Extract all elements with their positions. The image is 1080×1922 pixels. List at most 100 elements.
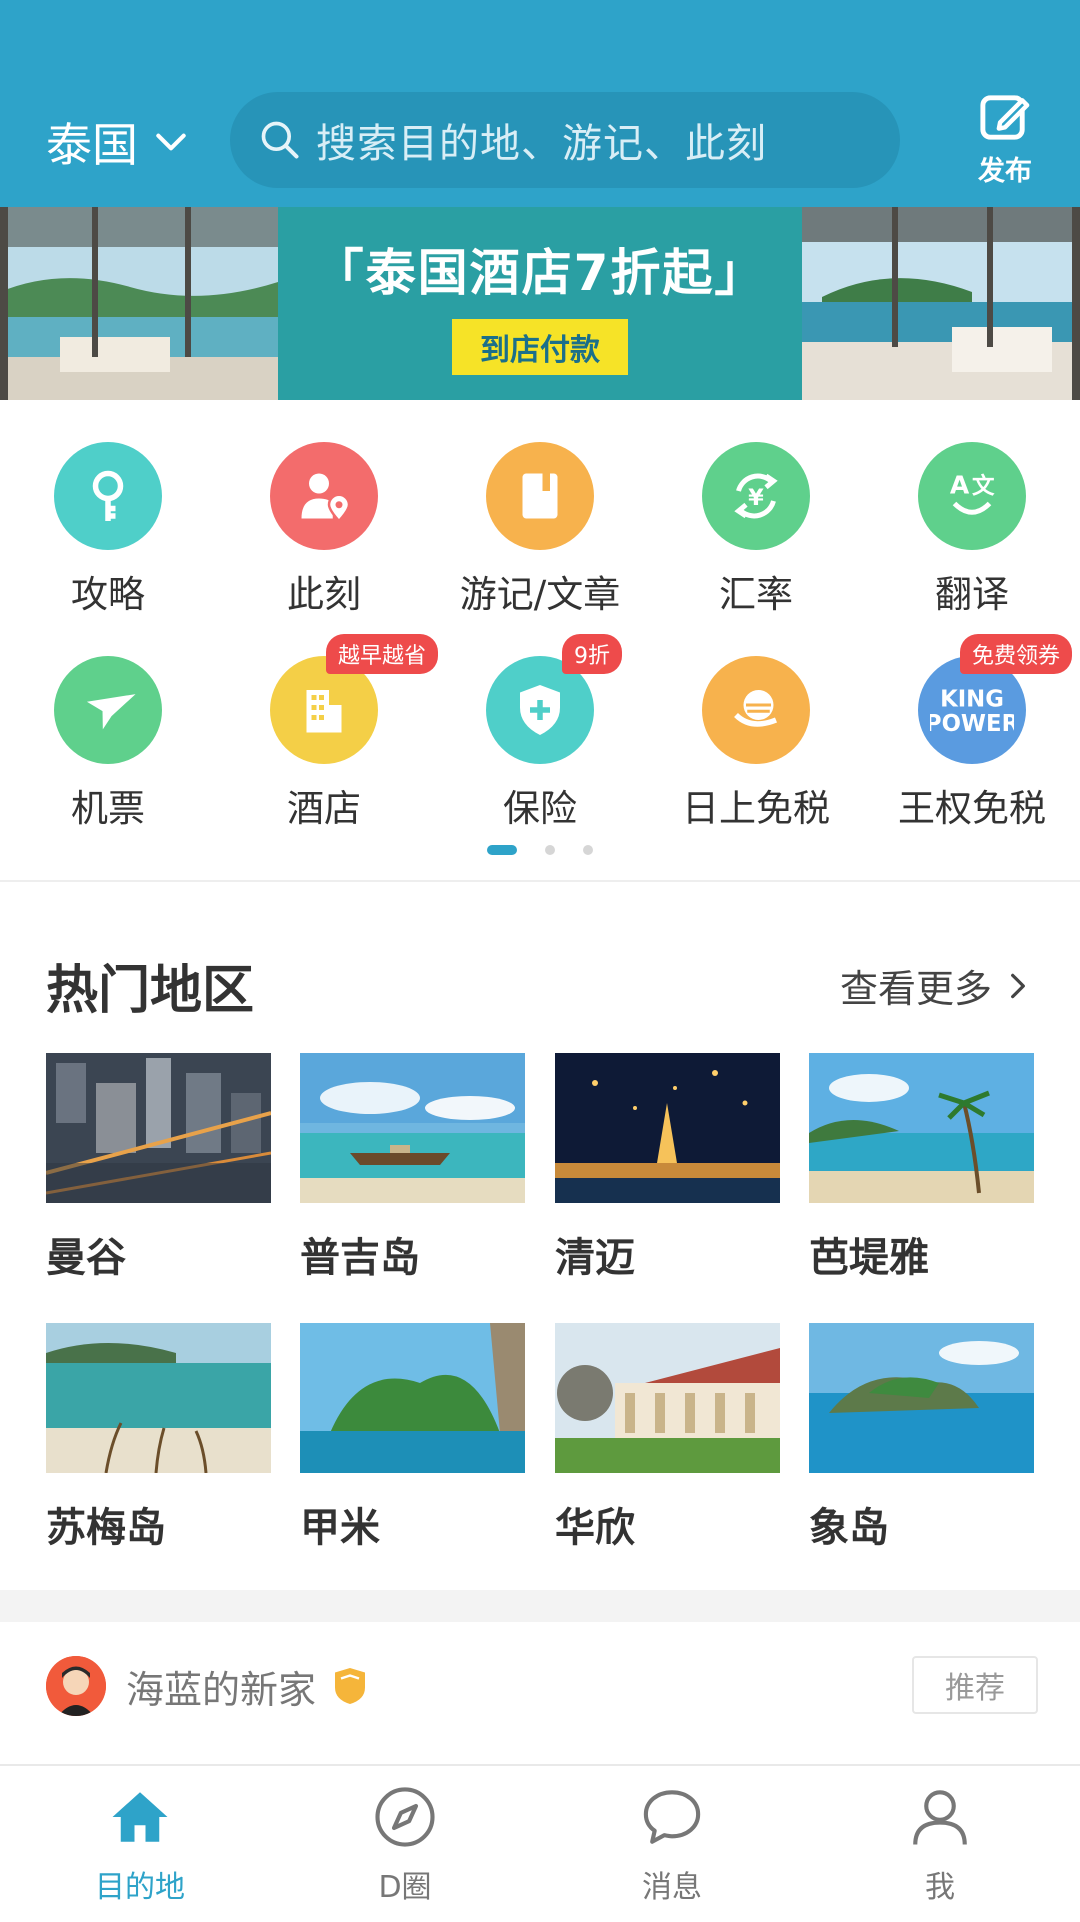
entry-translate[interactable]: A 文 翻译 — [864, 442, 1080, 642]
view-more-link[interactable]: 查看更多 — [840, 958, 1034, 1013]
king-power-logo: KINGPOWER — [930, 687, 1014, 738]
chevron-right-icon — [1011, 973, 1025, 998]
entry-flights[interactable]: 机票 — [0, 656, 216, 856]
entry-translate-circle: A 文 — [918, 442, 1026, 550]
destination-card-hua-hin[interactable]: 华欣 — [555, 1323, 780, 1553]
tab-messages[interactable]: 消息 — [537, 1784, 807, 1914]
destination-name: 华欣 — [555, 1505, 635, 1551]
king-power-logo-text: KINGPOWER — [930, 687, 1014, 738]
hotel-room-photo-right — [802, 207, 1080, 400]
entry-guide-label: 攻略 — [71, 573, 145, 616]
tab-me-label: 我 — [925, 1870, 955, 1905]
compass-icon — [375, 1787, 435, 1847]
destination-card-pattaya[interactable]: 芭堤雅 — [809, 1053, 1034, 1283]
entry-sunrise-label: 日上免税 — [682, 787, 830, 830]
region-label: 泰国 — [46, 118, 138, 172]
publish-button[interactable]: 发布 — [955, 88, 1055, 188]
krabi-photo — [300, 1323, 525, 1473]
destination-card-bangkok[interactable]: 曼谷 — [46, 1053, 271, 1283]
bangkok-photo — [46, 1053, 271, 1203]
edit-icon — [980, 95, 1030, 140]
entry-translate-label: 翻译 — [935, 573, 1009, 616]
entry-exchange-label: 汇率 — [719, 573, 793, 616]
entry-hotel-circle: 越早越省 — [270, 634, 439, 764]
region-selector[interactable]: 泰国 — [46, 112, 190, 172]
pattaya-photo — [809, 1053, 1034, 1203]
entry-insurance[interactable]: 9折 保险 — [432, 634, 648, 856]
banner-center: 「泰国酒店7折起」 到店付款 — [278, 207, 802, 400]
insurance-badge: 9折 — [562, 634, 622, 674]
view-more-label: 查看更多 — [839, 967, 992, 1011]
home-icon — [112, 1792, 168, 1842]
search-icon — [261, 121, 299, 159]
entry-hotel[interactable]: 越早越省 酒店 — [216, 634, 439, 856]
destination-card-koh-chang[interactable]: 象岛 — [809, 1323, 1034, 1553]
entry-travelogue-label: 游记/文章 — [459, 573, 621, 616]
vip-badge-icon — [335, 1668, 366, 1704]
koh-chang-photo — [809, 1323, 1034, 1473]
publish-label: 发布 — [978, 156, 1032, 187]
entry-moment[interactable]: 此刻 — [216, 442, 432, 642]
entry-insurance-label: 保险 — [503, 787, 577, 830]
banner-headline: 「泰国酒店7折起」 — [313, 243, 767, 302]
svg-text:A: A — [950, 471, 970, 500]
grid-page-indicator — [0, 844, 1080, 856]
destination-card-koh-samui[interactable]: 苏梅岛 — [46, 1323, 271, 1553]
currency-exchange-icon: ¥ — [734, 473, 778, 519]
top-header: 泰国 搜索目的地、游记、此刻 发布 — [0, 0, 1080, 207]
hot-regions-title: 热门地区 — [46, 961, 255, 1021]
shield-plus-icon — [520, 685, 560, 735]
entry-travelogue[interactable]: 游记/文章 — [432, 442, 648, 642]
phuket-photo — [300, 1053, 525, 1203]
feed-author-row[interactable]: 海蓝的新家 — [46, 1656, 1036, 1716]
destination-name: 甲米 — [300, 1505, 380, 1551]
key-icon — [92, 470, 124, 521]
tab-messages-label: 消息 — [642, 1870, 702, 1905]
destination-name: 芭堤雅 — [809, 1235, 929, 1281]
tab-destination[interactable]: 目的地 — [5, 1784, 275, 1914]
section-divider — [0, 880, 1080, 882]
hua-hin-photo — [555, 1323, 780, 1473]
destination-card-chiangmai[interactable]: 清迈 — [555, 1053, 780, 1283]
entry-travelogue-circle — [486, 442, 594, 550]
hotel-badge: 越早越省 — [326, 634, 439, 674]
entry-moment-circle — [270, 442, 378, 550]
page-dot-1 — [487, 845, 517, 855]
recommend-button[interactable]: 推荐 — [912, 1656, 1038, 1714]
destination-name: 清迈 — [555, 1235, 635, 1281]
entry-guide[interactable]: 攻略 — [0, 442, 216, 642]
destination-card-phuket[interactable]: 普吉岛 — [300, 1053, 525, 1283]
destination-name: 苏梅岛 — [46, 1505, 166, 1551]
banner-pay-tag: 到店付款 — [452, 318, 628, 375]
entry-flights-circle — [54, 656, 162, 764]
entry-sunrise-circle — [702, 656, 810, 764]
entry-kingpower-dutyfree[interactable]: KINGPOWER 免费领券 王权免税 — [864, 634, 1080, 856]
section-gap — [0, 1590, 1080, 1622]
svg-text:文: 文 — [972, 473, 995, 500]
promo-banner[interactable]: 「泰国酒店7折起」 到店付款 — [0, 207, 1080, 400]
tab-d-circle[interactable]: D圈 — [270, 1784, 540, 1914]
chat-bubble-icon — [643, 1790, 701, 1844]
book-icon — [522, 473, 558, 519]
destination-card-krabi[interactable]: 甲米 — [300, 1323, 525, 1553]
destination-name: 象岛 — [809, 1505, 889, 1551]
chiangmai-photo — [555, 1053, 780, 1203]
tab-me[interactable]: 我 — [805, 1784, 1075, 1914]
entry-exchange-rate[interactable]: ¥ 汇率 — [648, 442, 864, 642]
entry-kingpower-label: 王权免税 — [898, 787, 1046, 830]
avatar — [46, 1656, 106, 1716]
page-dot-3 — [583, 845, 593, 855]
entry-exchange-circle: ¥ — [702, 442, 810, 550]
destination-name: 普吉岛 — [300, 1235, 420, 1281]
search-input[interactable]: 搜索目的地、游记、此刻 — [230, 92, 900, 188]
user-icon — [913, 1790, 967, 1845]
entry-moment-label: 此刻 — [287, 573, 361, 616]
svg-text:¥: ¥ — [748, 485, 764, 511]
destination-name: 曼谷 — [46, 1235, 126, 1281]
translate-icon: A 文 — [950, 471, 995, 515]
tab-d-circle-label: D圈 — [378, 1870, 432, 1905]
entry-sunrise-dutyfree[interactable]: 日上免税 — [648, 656, 864, 856]
tab-destination-label: 目的地 — [95, 1870, 185, 1905]
page-dot-2 — [545, 845, 555, 855]
kingpower-badge: 免费领券 — [960, 634, 1073, 674]
